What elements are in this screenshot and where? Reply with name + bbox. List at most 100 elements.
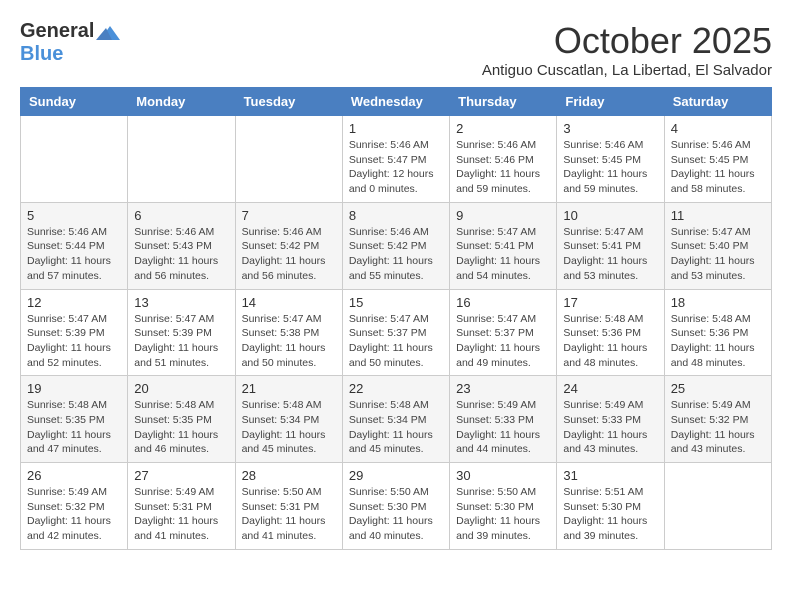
day-info: Sunrise: 5:48 AM Sunset: 5:35 PM Dayligh… xyxy=(134,398,228,457)
calendar-cell: 26 Sunrise: 5:49 AM Sunset: 5:32 PM Dayli… xyxy=(21,463,128,550)
calendar-week-row: 1 Sunrise: 5:46 AM Sunset: 5:47 PM Daylig… xyxy=(21,116,772,203)
day-info: Sunrise: 5:47 AM Sunset: 5:37 PM Dayligh… xyxy=(456,312,550,371)
calendar-cell: 15Sunrise: 5:47 AM Sunset: 5:37 PM Dayli… xyxy=(342,289,449,376)
day-number: 30 xyxy=(456,468,550,483)
day-number: 24 xyxy=(563,381,657,396)
calendar-cell: 25 Sunrise: 5:49 AM Sunset: 5:32 PM Dayli… xyxy=(664,376,771,463)
calendar-cell: 23 Sunrise: 5:49 AM Sunset: 5:33 PM Dayli… xyxy=(450,376,557,463)
calendar-cell: 2 Sunrise: 5:46 AM Sunset: 5:46 PM Daylig… xyxy=(450,116,557,203)
calendar-week-row: 12 Sunrise: 5:47 AM Sunset: 5:39 PM Dayli… xyxy=(21,289,772,376)
calendar-table: SundayMondayTuesdayWednesdayThursdayFrid… xyxy=(20,87,772,550)
calendar-cell: 16 Sunrise: 5:47 AM Sunset: 5:37 PM Dayli… xyxy=(450,289,557,376)
day-number: 18 xyxy=(671,295,765,310)
day-info: Sunrise: 5:51 AM Sunset: 5:30 PM Dayligh… xyxy=(563,485,657,544)
day-info: Sunrise: 5:48 AM Sunset: 5:36 PM Dayligh… xyxy=(563,312,657,371)
day-info: Sunrise: 5:46 AM Sunset: 5:47 PM Dayligh… xyxy=(349,138,443,197)
day-info: Sunrise: 5:49 AM Sunset: 5:33 PM Dayligh… xyxy=(563,398,657,457)
day-info: Sunrise: 5:49 AM Sunset: 5:33 PM Dayligh… xyxy=(456,398,550,457)
calendar-cell: 5Sunrise: 5:46 AM Sunset: 5:44 PM Daylig… xyxy=(21,202,128,289)
day-info: Sunrise: 5:48 AM Sunset: 5:36 PM Dayligh… xyxy=(671,312,765,371)
day-number: 6 xyxy=(134,208,228,223)
day-number: 31 xyxy=(563,468,657,483)
calendar-cell xyxy=(21,116,128,203)
day-info: Sunrise: 5:50 AM Sunset: 5:30 PM Dayligh… xyxy=(456,485,550,544)
calendar-cell: 20Sunrise: 5:48 AM Sunset: 5:35 PM Dayli… xyxy=(128,376,235,463)
day-info: Sunrise: 5:48 AM Sunset: 5:34 PM Dayligh… xyxy=(242,398,336,457)
calendar-cell: 28 Sunrise: 5:50 AM Sunset: 5:31 PM Dayli… xyxy=(235,463,342,550)
calendar-cell: 13 Sunrise: 5:47 AM Sunset: 5:39 PM Dayli… xyxy=(128,289,235,376)
calendar-cell: 24 Sunrise: 5:49 AM Sunset: 5:33 PM Dayli… xyxy=(557,376,664,463)
calendar-cell: 18 Sunrise: 5:48 AM Sunset: 5:36 PM Dayli… xyxy=(664,289,771,376)
calendar-cell: 30 Sunrise: 5:50 AM Sunset: 5:30 PM Dayli… xyxy=(450,463,557,550)
calendar-cell: 29 Sunrise: 5:50 AM Sunset: 5:30 PM Dayli… xyxy=(342,463,449,550)
day-info: Sunrise: 5:47 AM Sunset: 5:39 PM Dayligh… xyxy=(134,312,228,371)
day-number: 1 xyxy=(349,121,443,136)
day-info: Sunrise: 5:47 AM Sunset: 5:39 PM Dayligh… xyxy=(27,312,121,371)
logo-blue-text: Blue xyxy=(20,43,63,66)
day-number: 22 xyxy=(349,381,443,396)
day-number: 3 xyxy=(563,121,657,136)
calendar-cell: 9 Sunrise: 5:47 AM Sunset: 5:41 PM Daylig… xyxy=(450,202,557,289)
calendar-week-row: 26 Sunrise: 5:49 AM Sunset: 5:32 PM Dayli… xyxy=(21,463,772,550)
header-wednesday: Wednesday xyxy=(342,88,449,116)
day-number: 19 xyxy=(27,381,121,396)
calendar-cell: 8Sunrise: 5:46 AM Sunset: 5:42 PM Daylig… xyxy=(342,202,449,289)
day-info: Sunrise: 5:49 AM Sunset: 5:32 PM Dayligh… xyxy=(27,485,121,544)
day-info: Sunrise: 5:47 AM Sunset: 5:38 PM Dayligh… xyxy=(242,312,336,371)
logo-general-text: General xyxy=(20,20,94,43)
calendar-cell: 31 Sunrise: 5:51 AM Sunset: 5:30 PM Dayli… xyxy=(557,463,664,550)
day-info: Sunrise: 5:48 AM Sunset: 5:35 PM Dayligh… xyxy=(27,398,121,457)
calendar-cell: 17 Sunrise: 5:48 AM Sunset: 5:36 PM Dayli… xyxy=(557,289,664,376)
calendar-week-row: 5Sunrise: 5:46 AM Sunset: 5:44 PM Daylig… xyxy=(21,202,772,289)
calendar-cell: 6 Sunrise: 5:46 AM Sunset: 5:43 PM Daylig… xyxy=(128,202,235,289)
logo: General Blue xyxy=(20,20,120,66)
day-info: Sunrise: 5:46 AM Sunset: 5:45 PM Dayligh… xyxy=(671,138,765,197)
calendar-cell xyxy=(664,463,771,550)
day-info: Sunrise: 5:46 AM Sunset: 5:42 PM Dayligh… xyxy=(242,225,336,284)
day-number: 17 xyxy=(563,295,657,310)
day-number: 16 xyxy=(456,295,550,310)
calendar-cell: 4 Sunrise: 5:46 AM Sunset: 5:45 PM Daylig… xyxy=(664,116,771,203)
day-number: 12 xyxy=(27,295,121,310)
day-number: 27 xyxy=(134,468,228,483)
day-number: 2 xyxy=(456,121,550,136)
calendar-cell: 27Sunrise: 5:49 AM Sunset: 5:31 PM Dayli… xyxy=(128,463,235,550)
day-info: Sunrise: 5:46 AM Sunset: 5:46 PM Dayligh… xyxy=(456,138,550,197)
day-number: 5 xyxy=(27,208,121,223)
day-number: 4 xyxy=(671,121,765,136)
day-info: Sunrise: 5:50 AM Sunset: 5:30 PM Dayligh… xyxy=(349,485,443,544)
calendar-cell: 22Sunrise: 5:48 AM Sunset: 5:34 PM Dayli… xyxy=(342,376,449,463)
calendar-cell: 1 Sunrise: 5:46 AM Sunset: 5:47 PM Daylig… xyxy=(342,116,449,203)
header-sunday: Sunday xyxy=(21,88,128,116)
calendar-cell: 21 Sunrise: 5:48 AM Sunset: 5:34 PM Dayli… xyxy=(235,376,342,463)
day-number: 15 xyxy=(349,295,443,310)
day-info: Sunrise: 5:47 AM Sunset: 5:41 PM Dayligh… xyxy=(456,225,550,284)
day-number: 23 xyxy=(456,381,550,396)
day-info: Sunrise: 5:49 AM Sunset: 5:32 PM Dayligh… xyxy=(671,398,765,457)
header-friday: Friday xyxy=(557,88,664,116)
calendar-cell xyxy=(235,116,342,203)
title-block: October 2025 Antiguo Cuscatlan, La Liber… xyxy=(482,20,772,79)
day-number: 25 xyxy=(671,381,765,396)
day-info: Sunrise: 5:46 AM Sunset: 5:43 PM Dayligh… xyxy=(134,225,228,284)
day-number: 14 xyxy=(242,295,336,310)
day-info: Sunrise: 5:47 AM Sunset: 5:40 PM Dayligh… xyxy=(671,225,765,284)
calendar-week-row: 19 Sunrise: 5:48 AM Sunset: 5:35 PM Dayli… xyxy=(21,376,772,463)
day-number: 29 xyxy=(349,468,443,483)
calendar-header-row: SundayMondayTuesdayWednesdayThursdayFrid… xyxy=(21,88,772,116)
header-tuesday: Tuesday xyxy=(235,88,342,116)
day-number: 9 xyxy=(456,208,550,223)
calendar-cell: 7 Sunrise: 5:46 AM Sunset: 5:42 PM Daylig… xyxy=(235,202,342,289)
calendar-cell xyxy=(128,116,235,203)
day-number: 26 xyxy=(27,468,121,483)
day-info: Sunrise: 5:47 AM Sunset: 5:41 PM Dayligh… xyxy=(563,225,657,284)
day-number: 21 xyxy=(242,381,336,396)
day-number: 28 xyxy=(242,468,336,483)
month-title: October 2025 xyxy=(482,20,772,62)
day-info: Sunrise: 5:50 AM Sunset: 5:31 PM Dayligh… xyxy=(242,485,336,544)
day-number: 7 xyxy=(242,208,336,223)
day-number: 13 xyxy=(134,295,228,310)
calendar-cell: 12 Sunrise: 5:47 AM Sunset: 5:39 PM Dayli… xyxy=(21,289,128,376)
page-header: General Blue October 2025 Antiguo Cuscat… xyxy=(20,20,772,79)
header-saturday: Saturday xyxy=(664,88,771,116)
